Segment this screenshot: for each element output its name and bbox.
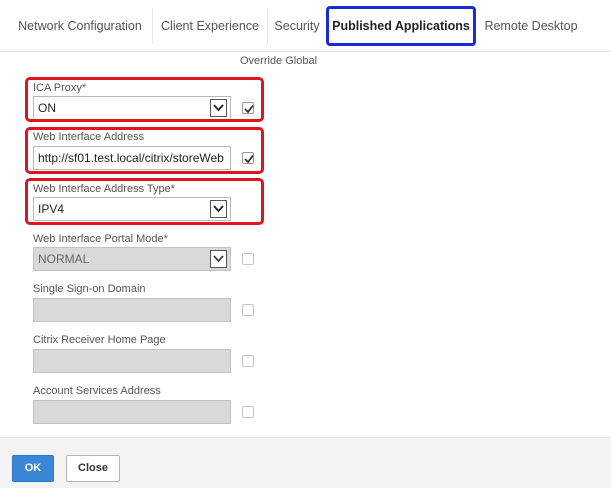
tab-published-applications[interactable]: Published Applications xyxy=(326,6,476,46)
citrix-receiver-home-page-input[interactable] xyxy=(33,349,231,373)
tab-separator xyxy=(152,8,153,44)
web-interface-portal-mode-label: Web Interface Portal Mode* xyxy=(33,233,168,245)
ica-proxy-label: ICA Proxy* xyxy=(33,82,87,94)
web-interface-portal-mode-override-checkbox[interactable] xyxy=(242,253,254,265)
web-interface-address-type-label: Web Interface Address Type* xyxy=(33,183,176,195)
single-sign-on-domain-label: Single Sign-on Domain xyxy=(33,283,146,295)
web-interface-portal-mode-select[interactable]: NORMAL xyxy=(33,247,231,271)
account-services-address-override-checkbox[interactable] xyxy=(242,406,254,418)
web-interface-address-type-value: IPV4 xyxy=(38,202,65,216)
citrix-receiver-home-page-label: Citrix Receiver Home Page xyxy=(33,334,166,346)
tab-security[interactable]: Security xyxy=(268,6,326,46)
tab-client-experience[interactable]: Client Experience xyxy=(154,6,266,46)
ica-proxy-select[interactable]: ON xyxy=(33,96,231,120)
web-interface-address-type-select[interactable]: IPV4 xyxy=(33,197,231,221)
override-global-header: Override Global xyxy=(240,55,318,67)
tab-bar: Network Configuration Client Experience … xyxy=(0,0,611,52)
single-sign-on-domain-input[interactable] xyxy=(33,298,231,322)
web-interface-address-input[interactable]: http://sf01.test.local/citrix/storeWeb xyxy=(33,146,231,170)
ica-proxy-value: ON xyxy=(38,101,56,115)
tab-network-configuration[interactable]: Network Configuration xyxy=(10,6,150,46)
single-sign-on-domain-override-checkbox[interactable] xyxy=(242,304,254,316)
close-button[interactable]: Close xyxy=(66,455,120,482)
ok-button[interactable]: OK xyxy=(12,455,54,482)
chevron-down-icon xyxy=(210,99,227,117)
chevron-down-icon xyxy=(210,200,227,218)
web-interface-address-override-checkbox[interactable] xyxy=(242,152,254,164)
ica-proxy-override-checkbox[interactable] xyxy=(242,102,254,114)
web-interface-address-label: Web Interface Address xyxy=(33,131,145,143)
citrix-receiver-home-page-override-checkbox[interactable] xyxy=(242,355,254,367)
chevron-down-icon xyxy=(210,250,227,268)
web-interface-portal-mode-value: NORMAL xyxy=(38,252,90,266)
account-services-address-input[interactable] xyxy=(33,400,231,424)
account-services-address-label: Account Services Address xyxy=(33,385,161,397)
tab-remote-desktop[interactable]: Remote Desktop xyxy=(476,6,586,46)
